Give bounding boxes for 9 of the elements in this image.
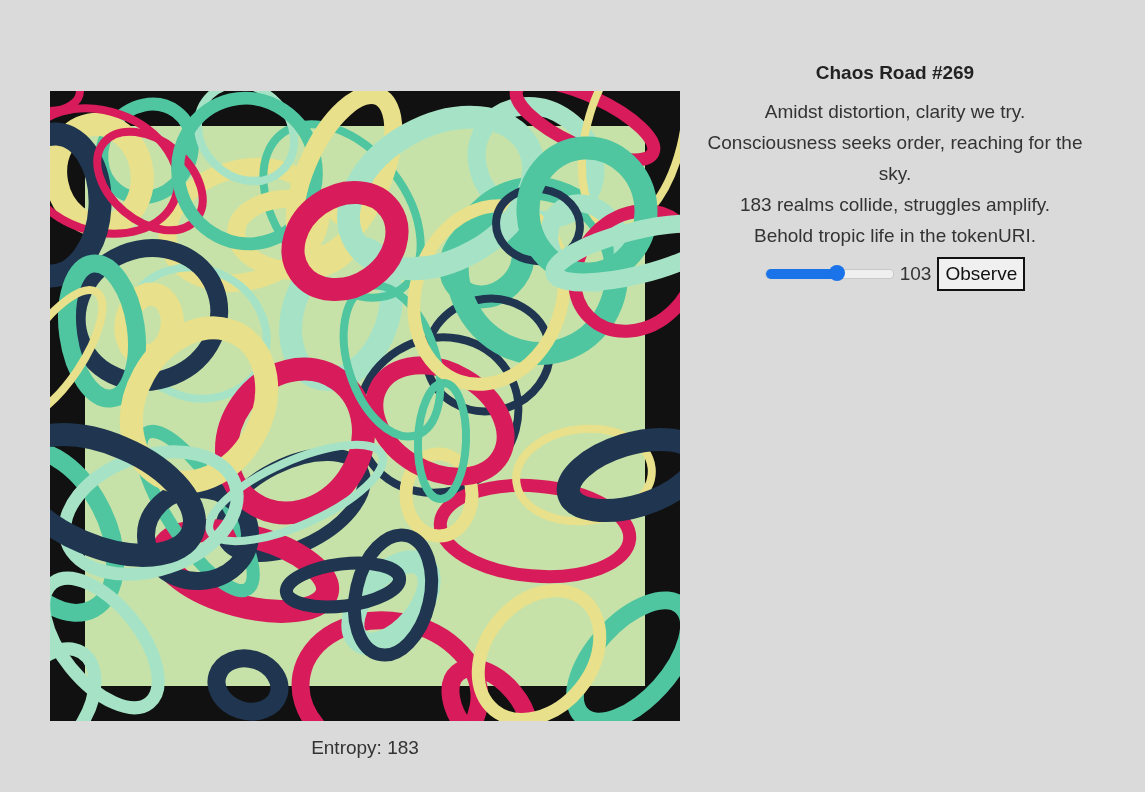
poem-line: Amidst distortion, clarity we try. — [763, 100, 1027, 124]
slider-value: 103 — [899, 263, 932, 285]
artwork-title: Chaos Road #269 — [815, 62, 975, 84]
slider-thumb[interactable] — [828, 265, 845, 281]
poem-line: Consciousness seeks order, reaching for the sky. — [706, 131, 1084, 186]
observe-button[interactable]: Observe — [937, 257, 1026, 291]
poem-line: 183 realms collide, struggles amplify. — [738, 193, 1052, 217]
poem-line: Behold tropic life in the tokenURI. — [753, 224, 1037, 248]
entropy-caption: Entropy: 183 — [311, 737, 419, 759]
